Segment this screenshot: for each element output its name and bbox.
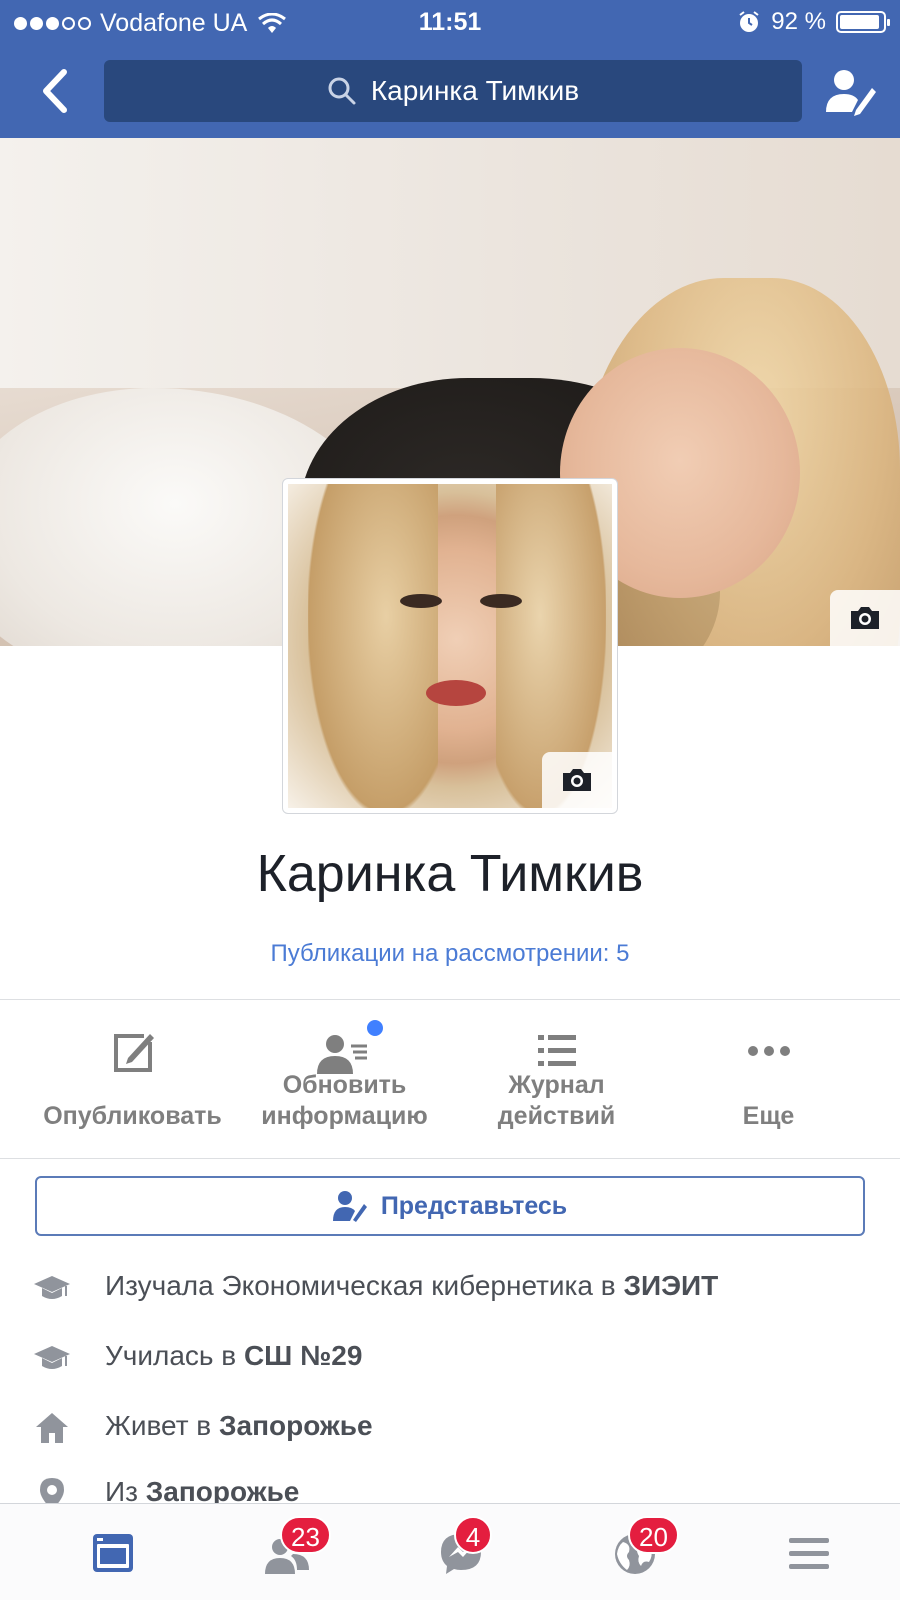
update-info-button[interactable]: Обновить информацию [232,1002,457,1158]
profile-edit-icon [826,70,876,116]
compose-icon [113,1034,154,1072]
more-dots-icon [747,1046,790,1056]
search-field[interactable]: Каринка Тимкив [104,60,802,122]
battery-icon [836,11,890,33]
tab-bar: 23 4 20 [0,1503,900,1600]
activity-log-button[interactable]: Журнал действий [444,1002,669,1158]
tab-notifications[interactable]: 20 [544,1504,724,1600]
info-studied-text: Изучала Экономическая кибернетика в ЗИЭИ… [105,1270,719,1301]
nav-bar: Каринка Тимкив [0,44,900,138]
update-info-label-line2: информацию [261,1102,428,1130]
profile-camera-button[interactable] [542,752,612,808]
search-text: Каринка Тимкив [370,75,580,106]
back-button[interactable] [34,66,78,116]
back-arrow-icon [43,69,67,113]
update-info-label-line1: Обновить [282,1071,407,1099]
info-studied-place[interactable]: ЗИЭИТ [623,1270,718,1301]
news-feed-icon [93,1534,133,1572]
tab-messenger[interactable]: 4 [370,1504,550,1600]
home-icon [36,1413,68,1443]
camera-icon [563,769,591,791]
friend-requests-badge: 23 [280,1516,331,1554]
profile-photo-lips [426,680,486,706]
status-right: 92 % [737,8,890,36]
info-row-school: Училась в СШ №29 [0,1326,900,1386]
info-lives-place[interactable]: Запорожье [219,1410,373,1441]
education-icon [34,1346,70,1369]
info-school-text: Училась в СШ №29 [105,1340,363,1371]
search-icon [328,77,356,105]
battery-percent: 92 % [771,8,826,35]
alarm-icon [739,11,759,32]
activity-log-label-line1: Журнал [508,1071,605,1099]
divider [0,999,900,1000]
publish-button[interactable]: Опубликовать [20,1002,245,1158]
publish-label: Опубликовать [43,1102,222,1130]
messages-badge: 4 [454,1516,492,1554]
profile-edit-icon [332,1191,367,1222]
tab-friend-requests[interactable]: 23 [196,1504,376,1600]
info-school-place[interactable]: СШ №29 [244,1340,363,1371]
info-row-lives: Живет в Запорожье [0,1396,900,1456]
profile-photo-hair-left [308,484,438,808]
profile-photo-eye [480,594,522,608]
tab-menu[interactable] [718,1504,898,1600]
profile-edit-button[interactable] [824,66,878,116]
tab-news-feed[interactable] [22,1504,202,1600]
info-row-studied: Изучала Экономическая кибернетика в ЗИЭИ… [0,1256,900,1316]
profile-photo-eye [400,594,442,608]
camera-icon [851,607,879,629]
action-bar: Опубликовать Обновить информацию Журнал [0,1002,900,1158]
divider [0,1158,900,1159]
pending-posts-link[interactable]: Публикации на рассмотрении: 5 [0,940,900,968]
cover-camera-button[interactable] [830,590,900,646]
activity-log-label-line2: действий [497,1102,616,1130]
menu-icon [789,1538,829,1569]
notifications-badge: 20 [628,1516,679,1554]
update-info-badge-dot [365,1018,385,1038]
status-bar: Vodafone UA 11:51 92 % [0,0,900,44]
more-button[interactable]: Еще [656,1002,881,1158]
more-label: Еще [742,1102,795,1130]
profile-name: Каринка Тимкив [256,845,644,903]
education-icon [34,1276,70,1299]
info-lives-text: Живет в Запорожье [105,1410,373,1441]
introduce-button[interactable]: Представьтесь [35,1176,865,1236]
activity-log-icon [537,1035,576,1066]
profile-picture[interactable] [282,478,618,814]
introduce-label: Представьтесь [380,1191,568,1220]
